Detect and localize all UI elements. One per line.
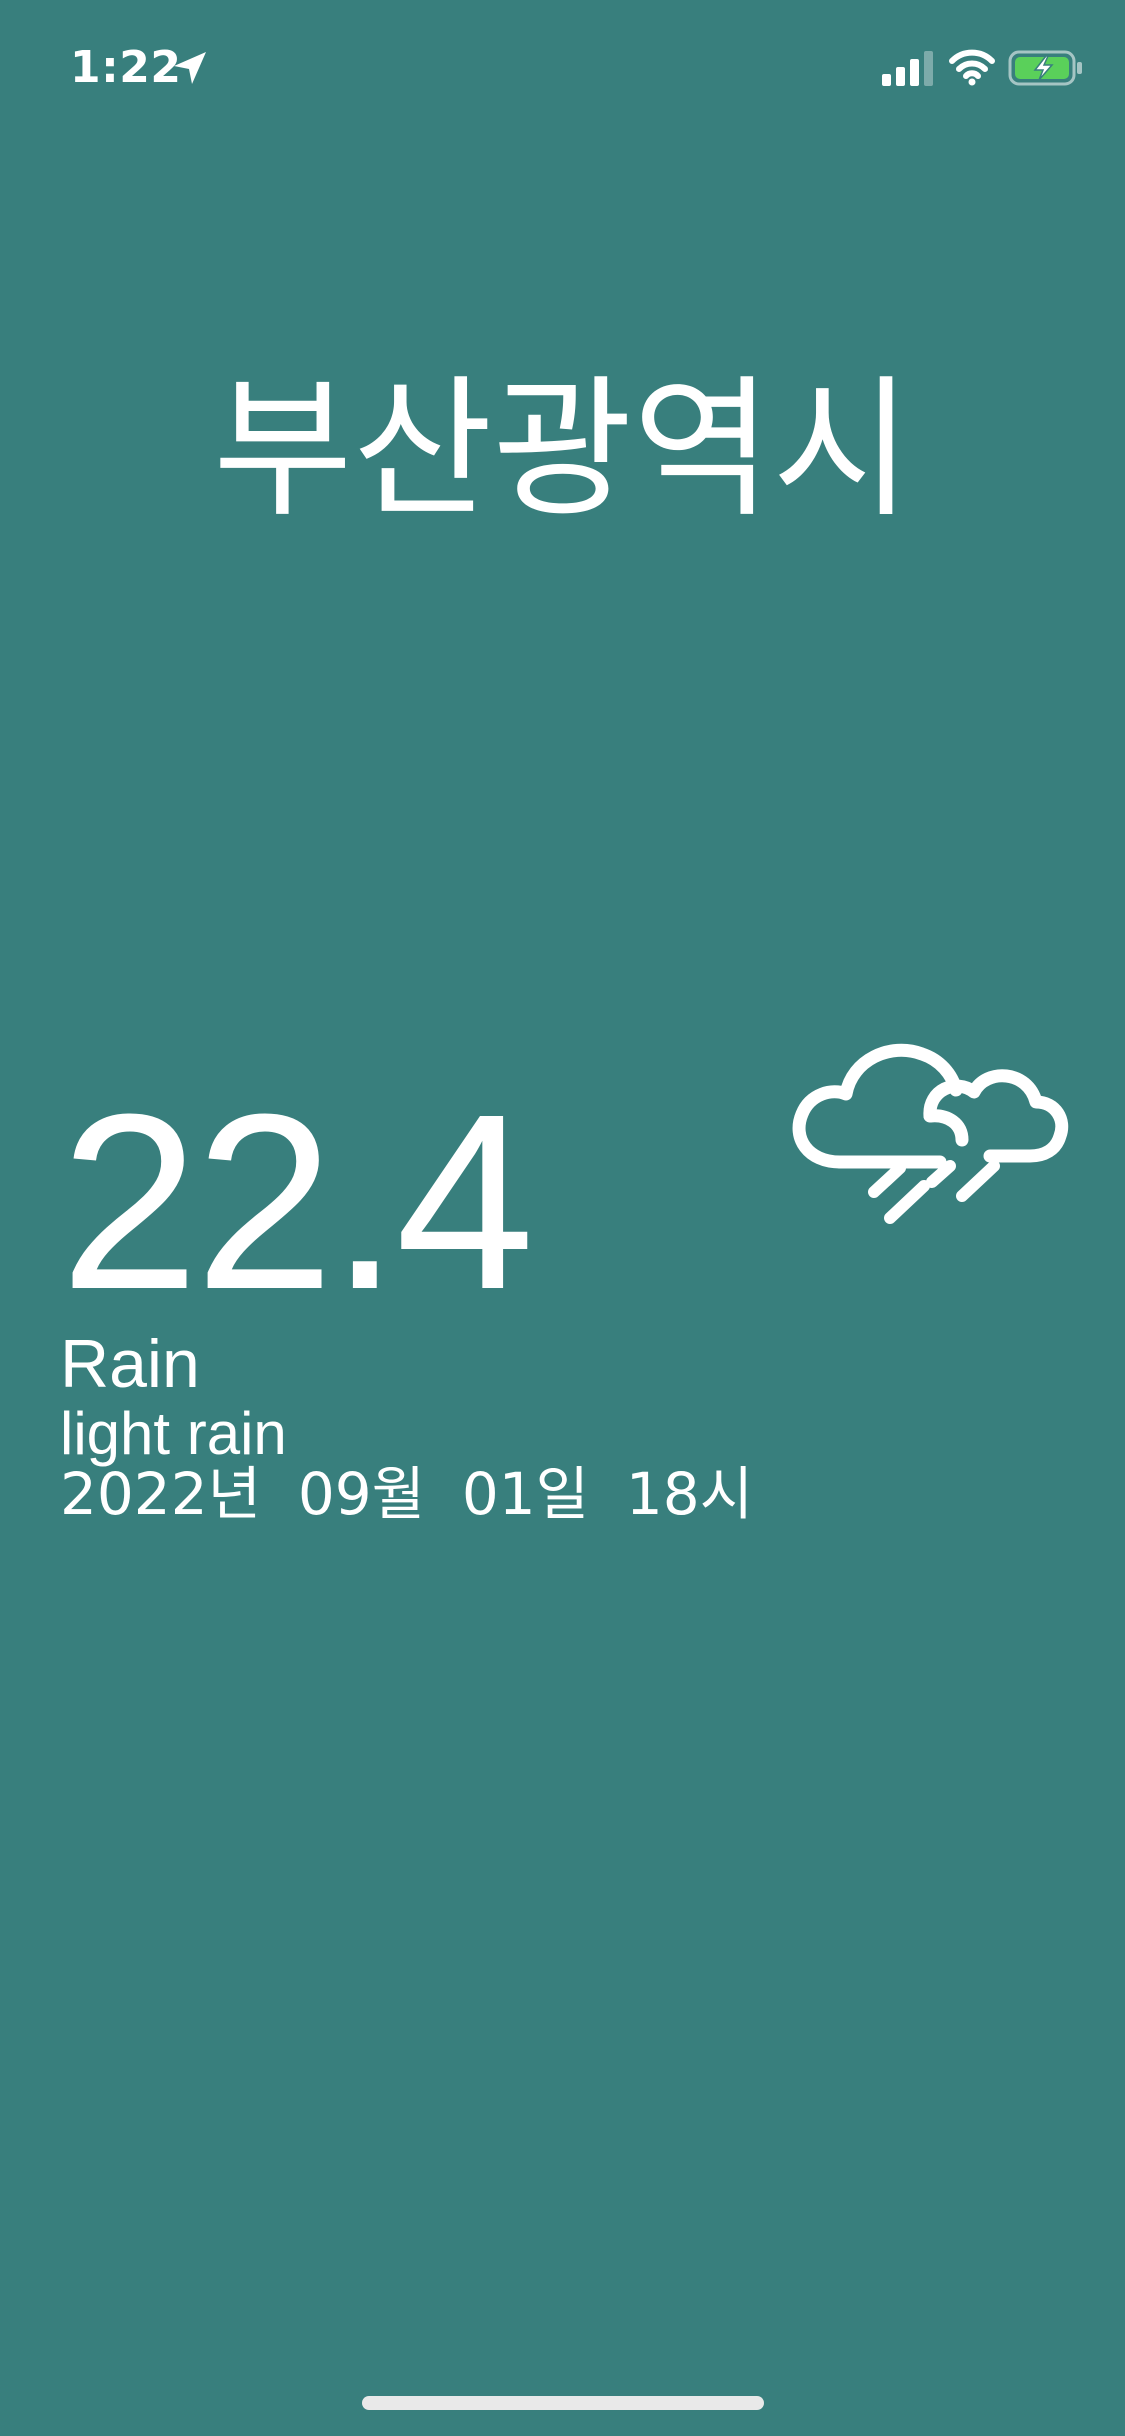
home-indicator[interactable] (362, 2396, 764, 2410)
city-name: 부산광역시 (212, 361, 913, 538)
weather-main: Rain (60, 1326, 200, 1402)
battery-charging-icon (1008, 50, 1082, 86)
status-bar: 1:22 (0, 0, 1125, 140)
location-arrow-icon (174, 52, 206, 84)
wifi-icon (949, 49, 995, 86)
temperature-value: 22.4 (60, 1062, 535, 1341)
weather-date: 2022년 09월 01일 18시 (60, 1460, 754, 1528)
cloud-rain-icon (792, 1043, 1069, 1224)
status-time: 1:22 (70, 42, 182, 93)
cellular-signal-icon (882, 51, 933, 86)
